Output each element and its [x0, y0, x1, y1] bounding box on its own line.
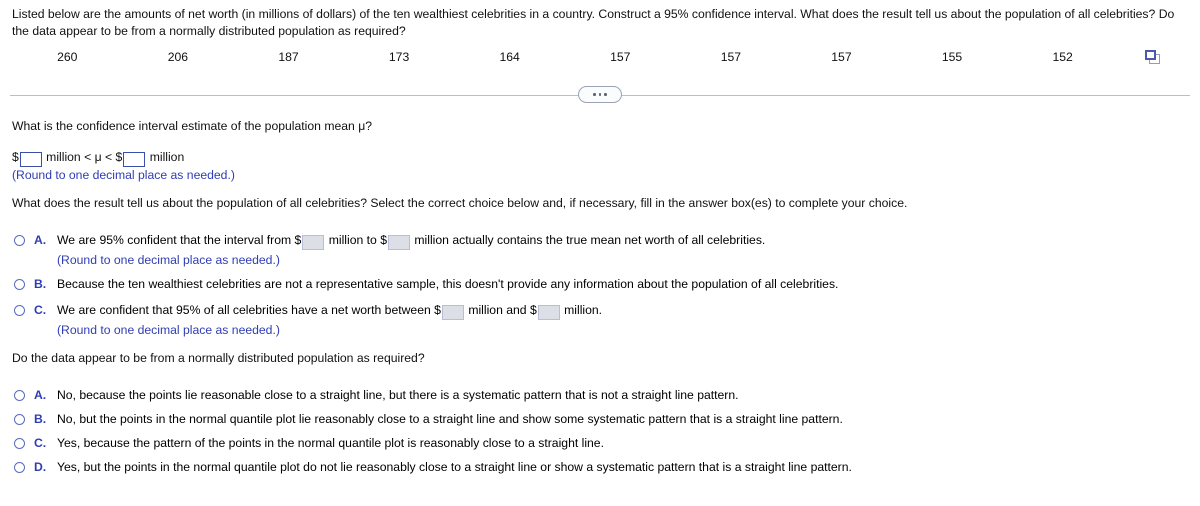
- q2-option-c-round-note: (Round to one decimal place as needed.): [57, 323, 280, 337]
- q2-option-a-input-1[interactable]: [302, 235, 325, 250]
- q3-option-d-letter: D.: [34, 460, 47, 474]
- q3-option-a-text: No, because the points lie reasonable cl…: [57, 388, 739, 402]
- section-divider: [0, 86, 1200, 104]
- unit-upper: million: [149, 150, 185, 164]
- q3-option-b-letter: B.: [34, 412, 47, 426]
- q2-option-a[interactable]: A. We are 95% confident that the interva…: [14, 232, 765, 269]
- radio-icon[interactable]: [14, 235, 25, 246]
- q2-option-c-body: We are confident that 95% of all celebri…: [57, 302, 602, 339]
- copy-icon-front-sheet: [1145, 50, 1157, 60]
- radio-icon[interactable]: [14, 462, 25, 473]
- q2-option-c-input-1[interactable]: [441, 305, 464, 320]
- data-values-row: 260 206 187 173 164 157 157 157 155 152: [12, 46, 1188, 68]
- data-value: 157: [610, 50, 631, 64]
- data-value: 206: [167, 50, 189, 64]
- q3-option-c[interactable]: C. Yes, because the pattern of the point…: [14, 435, 604, 452]
- q2-option-c-input-2[interactable]: [537, 305, 560, 320]
- q2-option-c-mid: million and $: [468, 303, 537, 317]
- radio-icon[interactable]: [14, 305, 25, 316]
- data-value: 173: [388, 50, 410, 64]
- dollar-sign-lower: $: [12, 150, 19, 164]
- ci-upper-input[interactable]: [123, 152, 146, 167]
- ellipsis-dot: [598, 93, 602, 96]
- q2-option-a-body: We are 95% confident that the interval f…: [57, 232, 765, 269]
- question-2-text: What does the result tell us about the p…: [12, 196, 908, 210]
- ci-lower-input[interactable]: [19, 152, 42, 167]
- radio-icon[interactable]: [14, 279, 25, 290]
- q2-option-a-pre: We are 95% confident that the interval f…: [57, 233, 302, 247]
- data-value: 155: [941, 50, 963, 64]
- q3-option-c-text: Yes, because the pattern of the points i…: [57, 436, 604, 450]
- q2-option-a-round-note: (Round to one decimal place as needed.): [57, 253, 280, 267]
- copy-data-cell: [1118, 50, 1188, 64]
- data-value: 187: [278, 50, 299, 64]
- copy-to-clipboard-icon[interactable]: [1145, 50, 1161, 64]
- ellipsis-dot: [604, 93, 607, 96]
- q2-option-a-post: million actually contains the true mean …: [414, 233, 766, 247]
- q3-option-d[interactable]: D. Yes, but the points in the normal qua…: [14, 459, 852, 476]
- q2-option-b-letter: B.: [34, 277, 47, 291]
- data-value: 157: [720, 50, 742, 64]
- interval-operator: < μ < $: [84, 150, 123, 164]
- q3-option-b-text: No, but the points in the normal quantil…: [57, 412, 843, 426]
- q2-option-a-input-2[interactable]: [388, 235, 410, 250]
- ellipsis-dot: [593, 93, 596, 96]
- q3-option-a[interactable]: A. No, because the points lie reasonable…: [14, 387, 739, 404]
- data-value: 152: [1052, 50, 1073, 64]
- q3-option-a-letter: A.: [34, 388, 47, 402]
- q2-option-c[interactable]: C. We are confident that 95% of all cele…: [14, 302, 602, 339]
- q3-option-b[interactable]: B. No, but the points in the normal quan…: [14, 411, 843, 428]
- ellipsis-icon[interactable]: [578, 86, 622, 103]
- q2-option-b[interactable]: B. Because the ten wealthiest celebritie…: [14, 276, 838, 293]
- q3-option-c-letter: C.: [34, 436, 47, 450]
- q2-option-c-pre: We are confident that 95% of all celebri…: [57, 303, 441, 317]
- q1-round-note: (Round to one decimal place as needed.): [12, 168, 235, 182]
- unit-lower: million: [46, 150, 81, 164]
- problem-statement: Listed below are the amounts of net wort…: [12, 7, 1175, 38]
- radio-icon[interactable]: [14, 438, 25, 449]
- data-value: 157: [831, 50, 852, 64]
- q2-option-a-letter: A.: [34, 233, 47, 247]
- data-value: 260: [57, 50, 78, 64]
- radio-icon[interactable]: [14, 390, 25, 401]
- q2-option-c-letter: C.: [34, 303, 47, 317]
- radio-icon[interactable]: [14, 414, 25, 425]
- q2-option-c-post: million.: [564, 303, 603, 317]
- q2-option-b-text: Because the ten wealthiest celebrities a…: [57, 277, 839, 291]
- question-3-text: Do the data appear to be from a normally…: [12, 351, 425, 365]
- q3-option-d-text: Yes, but the points in the normal quanti…: [57, 460, 852, 474]
- question-1-text: What is the confidence interval estimate…: [12, 119, 372, 133]
- q2-option-a-mid: million to $: [328, 233, 387, 247]
- confidence-interval-answer-row: $ million < μ < $ million: [12, 149, 184, 167]
- data-value: 164: [499, 50, 520, 64]
